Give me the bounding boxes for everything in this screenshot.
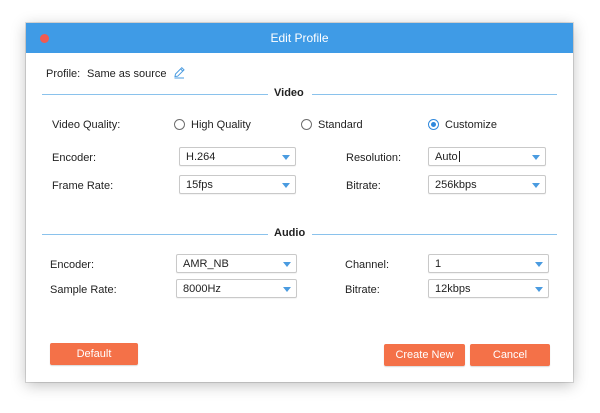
resolution-value: Auto [435,151,458,163]
audio-bitrate-label: Bitrate: [345,284,380,296]
video-section-title: Video [274,87,304,99]
chevron-down-icon [283,262,291,267]
chevron-down-icon [283,287,291,292]
channel-select[interactable]: 1 [428,254,549,273]
video-bitrate-label: Bitrate: [346,180,381,192]
sample-rate-label: Sample Rate: [50,284,117,296]
sample-rate-select[interactable]: 8000Hz [176,279,297,298]
window-title: Edit Profile [270,31,329,45]
chevron-down-icon [282,155,290,160]
radio-high-quality-indicator[interactable] [174,119,185,130]
chevron-down-icon [532,183,540,188]
profile-label: Profile: [46,68,81,80]
channel-value: 1 [435,258,442,270]
chevron-down-icon [282,183,290,188]
profile-value: Same as source [87,68,167,80]
chevron-down-icon [532,155,540,160]
create-new-button[interactable]: Create New [384,344,465,366]
default-button[interactable]: Default [50,343,138,365]
audio-divider-right [312,234,557,235]
video-encoder-value: H.264 [186,151,216,163]
chevron-down-icon [535,287,543,292]
video-encoder-select[interactable]: H.264 [179,147,296,166]
audio-encoder-select[interactable]: AMR_NB [176,254,297,273]
title-bar[interactable]: Edit Profile [26,23,573,53]
video-encoder-label: Encoder: [52,152,97,164]
video-bitrate-value: 256kbps [435,179,477,191]
resolution-label: Resolution: [346,152,402,164]
audio-bitrate-select[interactable]: 12kbps [428,279,549,298]
frame-rate-value: 15fps [186,179,213,191]
audio-bitrate-value: 12kbps [435,283,471,295]
chevron-down-icon [535,262,543,267]
video-divider-right [312,94,557,95]
audio-section-title: Audio [274,227,306,239]
audio-encoder-label: Encoder: [50,259,95,271]
cancel-button[interactable]: Cancel [470,344,550,366]
radio-customize-label: Customize [445,119,497,131]
audio-encoder-value: AMR_NB [183,258,229,270]
radio-standard-indicator[interactable] [301,119,312,130]
frame-rate-select[interactable]: 15fps [179,175,296,194]
radio-high-quality-label: High Quality [191,119,251,131]
radio-customize-indicator[interactable] [428,119,439,130]
resolution-select[interactable]: Auto [428,147,546,166]
video-divider-left [42,94,268,95]
frame-rate-label: Frame Rate: [52,180,114,192]
edit-profile-dialog: Edit Profile Profile: Same as source Vid… [26,23,573,382]
radio-standard-label: Standard [318,119,363,131]
video-bitrate-select[interactable]: 256kbps [428,175,546,194]
channel-label: Channel: [345,259,390,271]
video-quality-label: Video Quality: [52,119,121,131]
audio-divider-left [42,234,268,235]
sample-rate-value: 8000Hz [183,283,221,295]
pencil-icon[interactable] [173,66,186,79]
